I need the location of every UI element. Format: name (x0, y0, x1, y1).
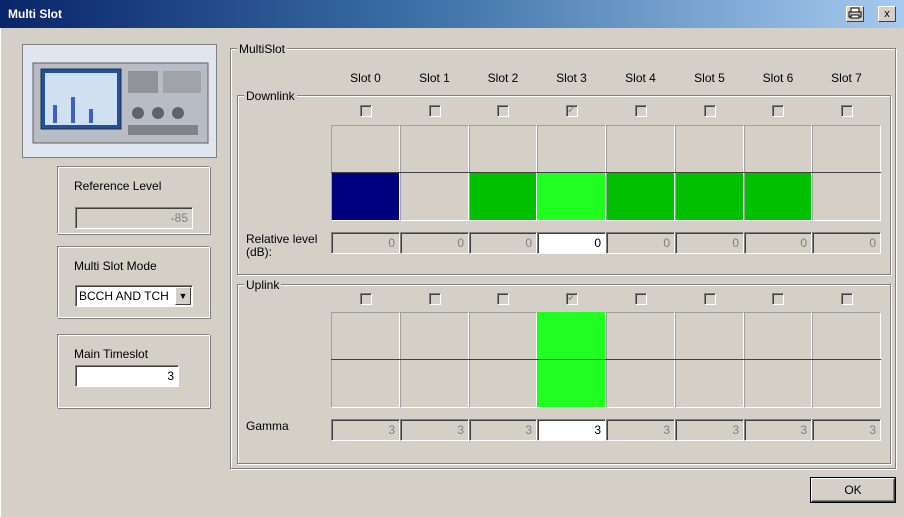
uplink-slot-2-level-cell[interactable] (469, 312, 537, 408)
downlink-slot-4-checkbox[interactable] (635, 105, 647, 117)
uplink-slot-5-value-field[interactable]: 3 (675, 419, 744, 441)
uplink-slot-6-value-field[interactable]: 3 (744, 419, 812, 441)
multi-slot-mode-value: BCCH AND TCH (79, 289, 169, 303)
title-bar: Multi Slot x (0, 0, 904, 28)
relative-level-label: Relative level (dB): (246, 233, 317, 259)
multi-slot-mode-group: Multi Slot Mode BCCH AND TCH ▼ (57, 246, 210, 318)
downlink-slot-7-value-field[interactable]: 0 (812, 232, 881, 254)
uplink-slot-7-level-cell[interactable] (812, 312, 881, 408)
downlink-slot-4-level-bar (607, 173, 674, 220)
uplink-slot-0-checkbox[interactable] (360, 293, 372, 305)
uplink-slot-4-value-field[interactable]: 3 (606, 419, 675, 441)
uplink-slot-3-value-field[interactable]: 3 (537, 419, 606, 441)
main-timeslot-label: Main Timeslot (74, 347, 149, 361)
uplink-slot-7-checkbox[interactable] (841, 293, 853, 305)
downlink-slot-0-value-field[interactable]: 0 (331, 232, 400, 254)
downlink-slot-6-value-field[interactable]: 0 (744, 232, 812, 254)
downlink-slot-6-level-bar (745, 173, 811, 220)
uplink-slot-4-level-cell[interactable] (606, 312, 675, 408)
downlink-slot-4-value-field[interactable]: 0 (606, 232, 675, 254)
downlink-reference-line (331, 172, 881, 173)
downlink-slot-3-value-field[interactable]: 0 (537, 232, 606, 254)
downlink-slot-7-checkbox[interactable] (841, 105, 853, 117)
gamma-label: Gamma (246, 419, 289, 433)
uplink-slot-5-level-cell[interactable] (675, 312, 744, 408)
downlink-group-label: Downlink (244, 89, 297, 103)
window-title: Multi Slot (8, 7, 62, 21)
uplink-slot-4-checkbox[interactable] (635, 293, 647, 305)
chevron-down-icon[interactable]: ▼ (175, 287, 191, 305)
slot-header-4: Slot 4 (625, 71, 656, 85)
downlink-slot-1-checkbox[interactable] (429, 105, 441, 117)
slot-header-1: Slot 1 (419, 71, 450, 85)
uplink-slot-0-value-field[interactable]: 3 (331, 419, 400, 441)
downlink-slot-2-checkbox[interactable] (497, 105, 509, 117)
slot-header-7: Slot 7 (831, 71, 862, 85)
printer-icon[interactable] (846, 6, 864, 22)
close-button[interactable]: x (878, 6, 896, 22)
ok-button[interactable]: OK (811, 478, 895, 502)
multi-slot-mode-label: Multi Slot Mode (74, 259, 157, 273)
slot-header-3: Slot 3 (556, 71, 587, 85)
uplink-reference-line (331, 359, 881, 360)
uplink-group-label: Uplink (244, 278, 282, 292)
downlink-slot-2-value-field[interactable]: 0 (469, 232, 537, 254)
uplink-slot-1-value-field[interactable]: 3 (400, 419, 469, 441)
multislot-group-label: MultiSlot (237, 42, 288, 56)
downlink-slot-0-checkbox[interactable] (360, 105, 372, 117)
downlink-slot-2-level-bar (470, 173, 536, 220)
slot-header-5: Slot 5 (694, 71, 725, 85)
downlink-slot-6-checkbox[interactable] (772, 105, 784, 117)
multi-slot-mode-select[interactable]: BCCH AND TCH ▼ (75, 285, 193, 307)
downlink-slot-5-checkbox[interactable] (704, 105, 716, 117)
downlink-slot-3-level-bar (538, 173, 605, 220)
reference-level-field[interactable]: -85 (75, 207, 193, 229)
uplink-slot-0-level-cell[interactable] (331, 312, 400, 408)
uplink-slot-7-value-field[interactable]: 3 (812, 419, 881, 441)
downlink-slot-7-level-cell[interactable] (812, 125, 881, 221)
device-photo (22, 44, 217, 158)
downlink-slot-1-level-cell[interactable] (400, 125, 469, 221)
slot-header-2: Slot 2 (487, 71, 519, 85)
dialog-body: Reference Level -85 Multi Slot Mode BCCH… (0, 28, 904, 517)
uplink-slot-5-checkbox[interactable] (704, 293, 716, 305)
uplink-slot-2-checkbox[interactable] (497, 293, 509, 305)
downlink-slot-5-level-bar (676, 173, 743, 220)
downlink-slot-1-value-field[interactable]: 0 (400, 232, 469, 254)
downlink-slot-5-value-field[interactable]: 0 (675, 232, 744, 254)
main-timeslot-group: Main Timeslot 3 (57, 334, 210, 408)
uplink-slot-3-checkbox[interactable] (566, 291, 578, 305)
main-timeslot-field[interactable]: 3 (75, 365, 179, 387)
uplink-slot-6-level-cell[interactable] (744, 312, 812, 408)
uplink-slot-2-value-field[interactable]: 3 (469, 419, 537, 441)
relative-level-label-line2: (dB): (246, 245, 273, 259)
downlink-slot-0-level-bar (332, 173, 399, 220)
uplink-slot-1-checkbox[interactable] (429, 293, 441, 305)
slot-header-6: Slot 6 (762, 71, 794, 85)
downlink-slot-3-checkbox[interactable] (566, 103, 578, 117)
slot-header-0: Slot 0 (350, 71, 381, 85)
reference-level-label: Reference Level (74, 179, 162, 193)
uplink-slot-6-checkbox[interactable] (772, 293, 784, 305)
uplink-slot-1-level-cell[interactable] (400, 312, 469, 408)
reference-level-group: Reference Level -85 (57, 166, 210, 234)
